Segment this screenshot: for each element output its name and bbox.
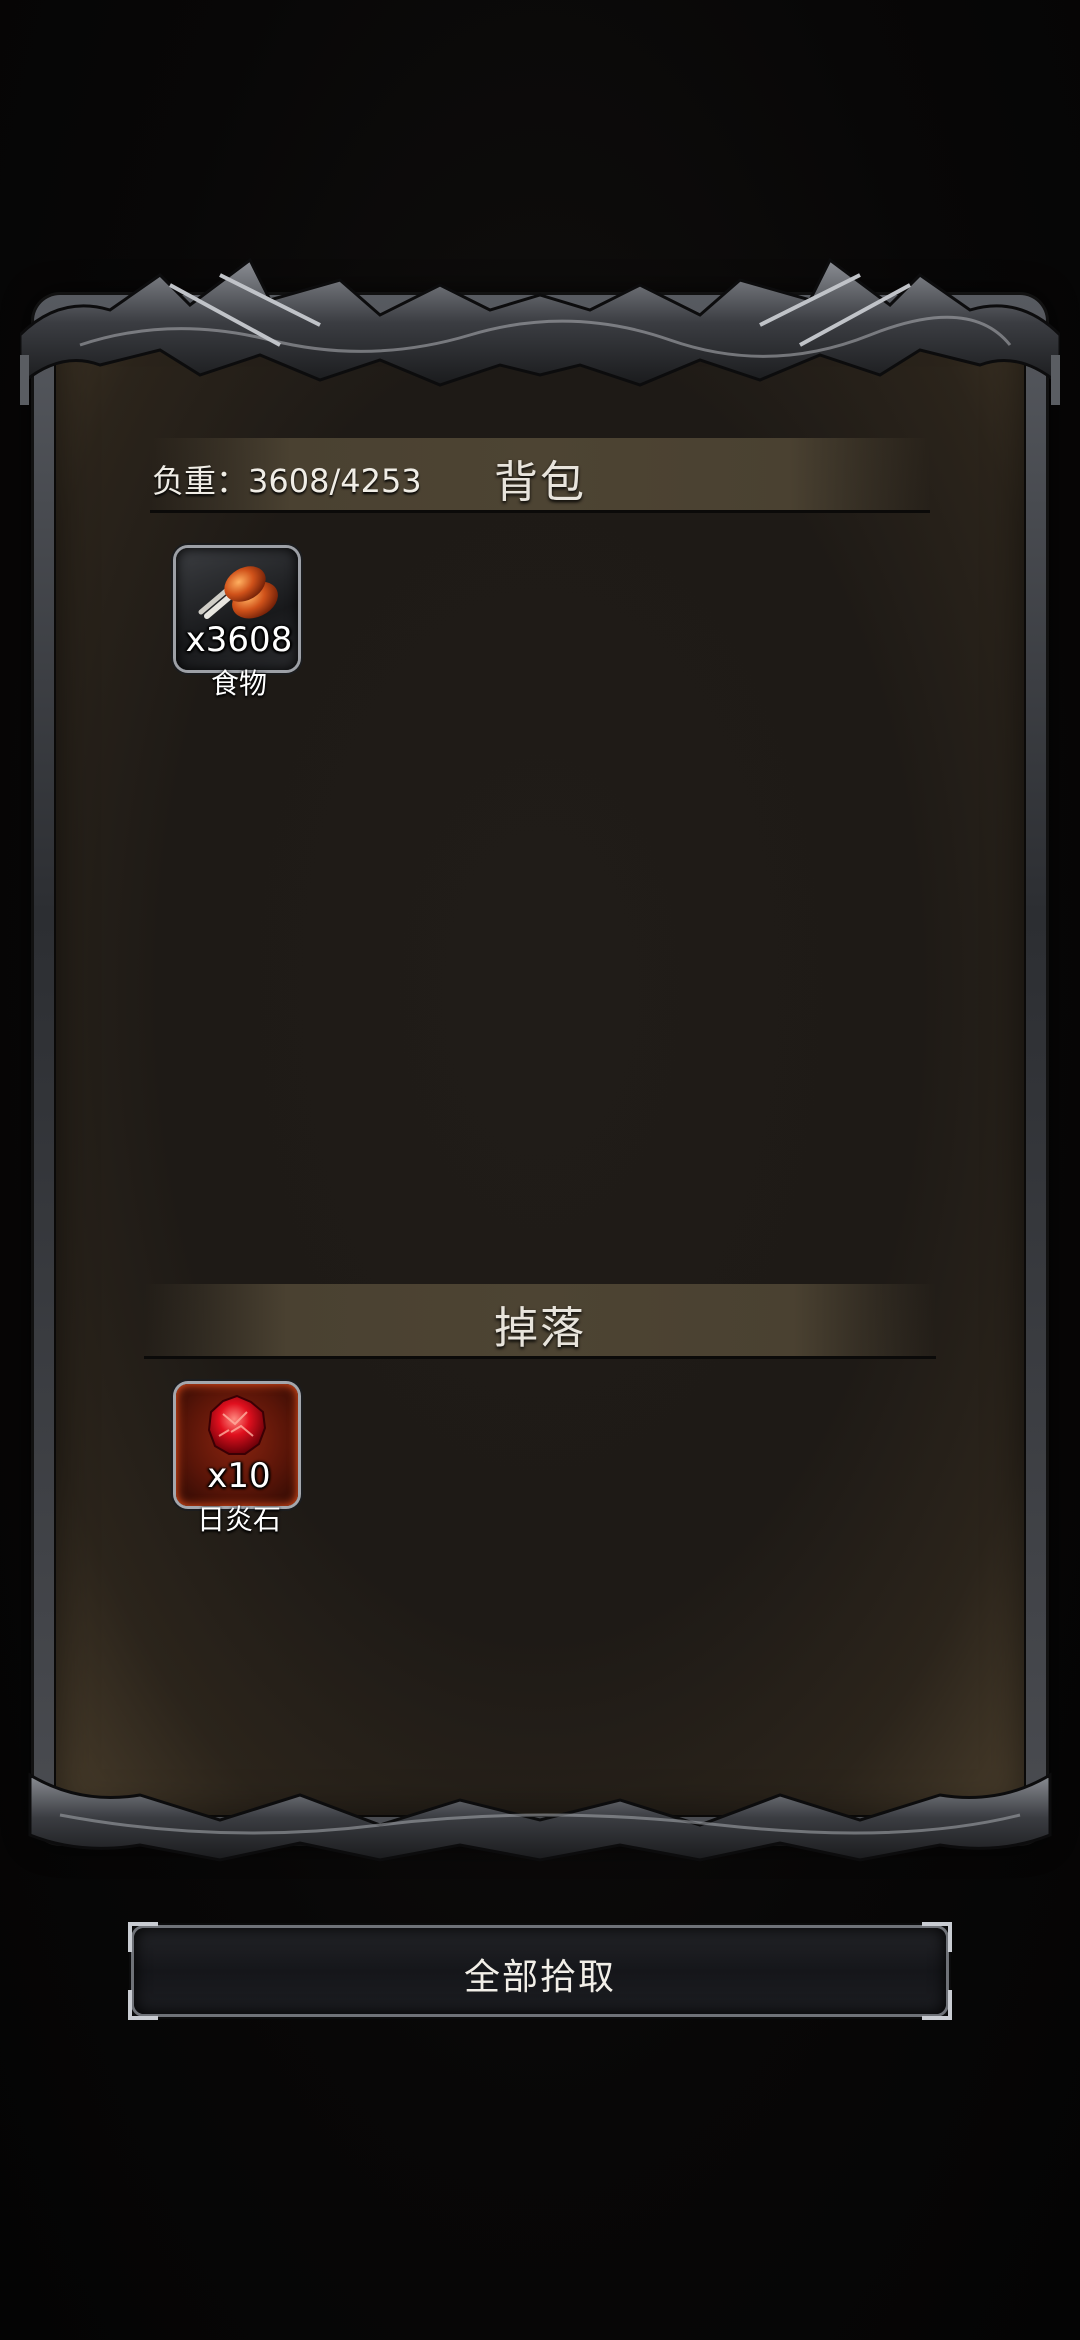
pick-all-button[interactable]: 全部拾取 [128, 1922, 952, 2020]
item-name: 日炎石 [196, 1503, 281, 1536]
loot-screen: 负重：3608/4253 背包 x3608 食物 掉落 x10 日炎石 全部拾取 [0, 0, 1080, 2340]
item-count: x10 [207, 1456, 271, 1496]
backpack-title: 背包 [494, 457, 586, 508]
backpack-header: 负重：3608/4253 背包 [150, 438, 930, 513]
panel-background [54, 319, 1026, 1817]
pick-all-label: 全部拾取 [463, 1957, 616, 1998]
ornate-crown-decoration [20, 257, 1060, 405]
drops-title: 掉落 [494, 1303, 586, 1354]
drops-header: 掉落 [144, 1284, 936, 1359]
item-count: x3608 [185, 620, 293, 660]
backpack-item-food[interactable]: x3608 食物 [176, 548, 302, 700]
drop-item-sunflame-stone[interactable]: x10 日炎石 [176, 1384, 302, 1536]
ornate-base-decoration [28, 1772, 1052, 1862]
item-name: 食物 [210, 667, 267, 700]
